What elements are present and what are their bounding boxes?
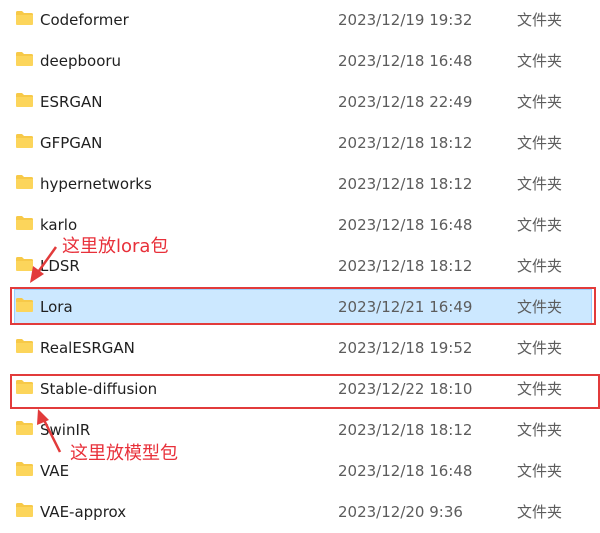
file-type: 文件夹 <box>517 380 563 398</box>
folder-icon <box>16 421 33 435</box>
file-row-esrgan[interactable]: ESRGAN 2023/12/18 22:49 文件夹 <box>0 82 600 123</box>
file-type: 文件夹 <box>517 216 563 234</box>
file-date: 2023/12/18 18:12 <box>338 134 473 152</box>
file-type: 文件夹 <box>517 462 563 480</box>
file-date: 2023/12/22 18:10 <box>338 380 473 398</box>
file-name: Lora <box>40 298 73 316</box>
folder-icon <box>16 503 33 517</box>
folder-icon <box>16 462 33 476</box>
file-row-realesrgan[interactable]: RealESRGAN 2023/12/18 19:52 文件夹 <box>0 328 600 369</box>
file-name: RealESRGAN <box>40 339 135 357</box>
file-type: 文件夹 <box>517 298 563 316</box>
folder-icon <box>16 134 33 148</box>
file-type: 文件夹 <box>517 503 563 521</box>
folder-icon <box>16 175 33 189</box>
file-row-gfpgan[interactable]: GFPGAN 2023/12/18 18:12 文件夹 <box>0 123 600 164</box>
file-type: 文件夹 <box>517 175 563 193</box>
folder-icon <box>16 93 33 107</box>
file-row-codeformer[interactable]: Codeformer 2023/12/19 19:32 文件夹 <box>0 0 600 41</box>
file-name: VAE <box>40 462 70 480</box>
file-date: 2023/12/19 19:32 <box>338 11 473 29</box>
file-date: 2023/12/18 18:12 <box>338 257 473 275</box>
file-type: 文件夹 <box>517 339 563 357</box>
folder-icon <box>16 339 33 353</box>
file-name: SwinIR <box>40 421 91 439</box>
file-name: deepbooru <box>40 52 122 70</box>
file-name: ESRGAN <box>40 93 103 111</box>
file-type: 文件夹 <box>517 134 563 152</box>
file-row-deepbooru[interactable]: deepbooru 2023/12/18 16:48 文件夹 <box>0 41 600 82</box>
file-name: hypernetworks <box>40 175 152 193</box>
file-name: GFPGAN <box>40 134 103 152</box>
file-type: 文件夹 <box>517 421 563 439</box>
file-name: karlo <box>40 216 78 234</box>
file-date: 2023/12/18 18:12 <box>338 421 473 439</box>
file-name: VAE-approx <box>40 503 127 521</box>
file-date: 2023/12/20 9:36 <box>338 503 463 521</box>
file-type: 文件夹 <box>517 11 563 29</box>
file-row-hypernetworks[interactable]: hypernetworks 2023/12/18 18:12 文件夹 <box>0 164 600 205</box>
file-date: 2023/12/18 16:48 <box>338 216 473 234</box>
file-date: 2023/12/18 16:48 <box>338 462 473 480</box>
file-date: 2023/12/18 19:52 <box>338 339 473 357</box>
file-type: 文件夹 <box>517 52 563 70</box>
file-type: 文件夹 <box>517 93 563 111</box>
file-date: 2023/12/21 16:49 <box>338 298 473 316</box>
file-date: 2023/12/18 22:49 <box>338 93 473 111</box>
folder-icon <box>16 52 33 66</box>
selection-highlight <box>14 289 592 324</box>
folder-icon <box>16 11 33 25</box>
folder-icon <box>16 257 33 271</box>
file-date: 2023/12/18 18:12 <box>338 175 473 193</box>
file-date: 2023/12/18 16:48 <box>338 52 473 70</box>
file-row-lora[interactable]: Lora 2023/12/21 16:49 文件夹 <box>0 287 600 328</box>
file-row-stable-diffusion[interactable]: Stable-diffusion 2023/12/22 18:10 文件夹 <box>0 369 600 410</box>
file-row-vae-approx[interactable]: VAE-approx 2023/12/20 9:36 文件夹 <box>0 492 600 533</box>
folder-icon <box>16 216 33 230</box>
model-annotation: 这里放模型包 <box>70 443 178 464</box>
folder-icon <box>16 298 33 312</box>
file-name: LDSR <box>40 257 80 275</box>
folder-icon <box>16 380 33 394</box>
file-type: 文件夹 <box>517 257 563 275</box>
file-name: Stable-diffusion <box>40 380 158 398</box>
lora-annotation: 这里放lora包 <box>62 236 169 257</box>
file-name: Codeformer <box>40 11 129 29</box>
